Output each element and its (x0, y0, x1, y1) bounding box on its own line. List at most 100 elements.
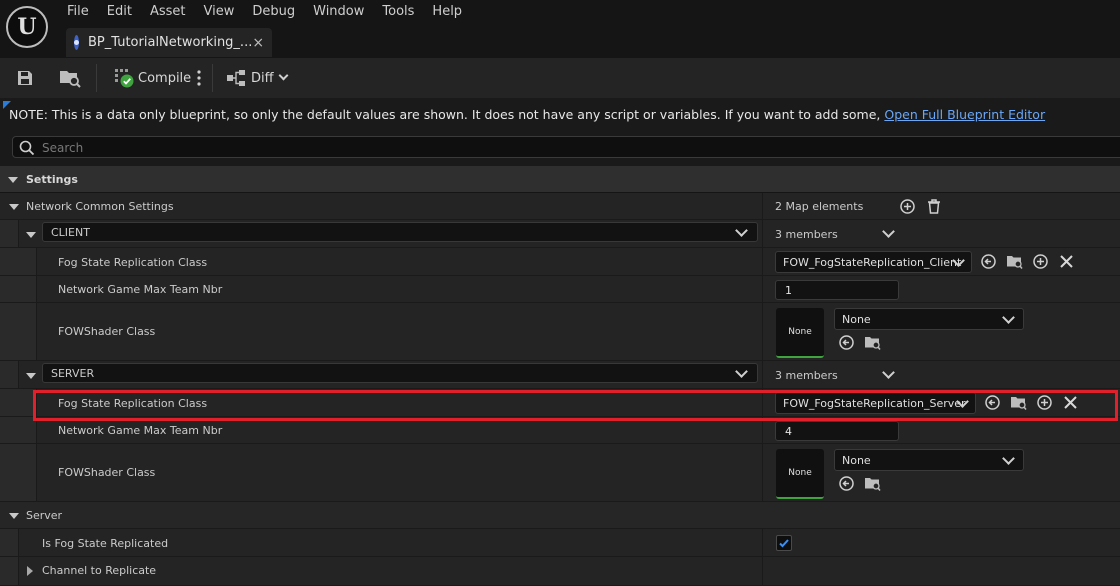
map-key-dropdown[interactable]: SERVER (42, 363, 758, 383)
browse-folder-icon[interactable] (864, 334, 881, 351)
browse-folder-icon[interactable] (1010, 394, 1027, 411)
blueprint-icon (74, 35, 79, 50)
chevron-down-icon (1002, 452, 1015, 465)
expand-arrow-icon[interactable] (9, 204, 19, 210)
document-tab[interactable]: BP_TutorialNetworking_... × (66, 28, 272, 57)
property-row-network-game-max-team-nbr: Network Game Max Team Nbr 1 (0, 276, 1120, 303)
expand-arrow-icon[interactable] (27, 566, 33, 576)
asset-thumbnail[interactable]: None (776, 449, 824, 499)
property-label: FOWShader Class (58, 325, 156, 338)
number-input[interactable]: 1 (775, 280, 899, 300)
checkmark-icon (779, 539, 789, 548)
compile-button[interactable]: Compile (113, 66, 191, 90)
category-label: Settings (26, 173, 78, 186)
expand-arrow-icon[interactable] (8, 177, 18, 183)
close-tab-icon[interactable]: × (252, 35, 264, 51)
chevron-down-icon (735, 224, 748, 237)
browse-folder-icon[interactable] (1006, 253, 1023, 270)
clear-icon[interactable] (1059, 254, 1074, 269)
diff-label: Diff (251, 70, 274, 86)
category-server[interactable]: Server (0, 502, 1120, 529)
property-label: Channel to Replicate (42, 564, 157, 577)
data-only-notice: NOTE: This is a data only blueprint, so … (0, 98, 1120, 130)
class-picker-value: FOW_FogStateReplication_Client (783, 256, 962, 269)
use-selected-icon[interactable] (984, 394, 1001, 411)
asset-picker-value: None (842, 313, 871, 326)
property-row-fog-state-replication-class: Fog State Replication Class FOW_FogState… (0, 248, 1120, 276)
insert-icon[interactable] (1032, 253, 1049, 270)
asset-picker-dropdown[interactable]: None (834, 308, 1024, 330)
menu-help[interactable]: Help (423, 0, 471, 24)
toolbar: Compile Diff (0, 58, 1120, 98)
property-label: Network Game Max Team Nbr (58, 424, 223, 437)
map-entry-server: SERVER 3 members (0, 361, 1120, 389)
property-row-fowshader-class: FOWShader Class None None (0, 303, 1120, 361)
menu-asset[interactable]: Asset (141, 0, 195, 24)
browse-button[interactable] (58, 66, 82, 90)
expand-arrow-icon[interactable] (9, 513, 19, 519)
add-element-icon[interactable] (899, 198, 916, 215)
asset-thumbnail[interactable]: None (776, 308, 824, 358)
search-box[interactable] (12, 136, 1120, 158)
menu-bar: File Edit Asset View Debug Window Tools … (58, 0, 471, 24)
toolbar-divider (212, 64, 213, 92)
diff-button[interactable]: Diff (226, 66, 290, 90)
search-input[interactable] (40, 138, 644, 158)
chevron-down-icon[interactable] (882, 366, 895, 379)
browse-folder-icon[interactable] (864, 475, 881, 492)
menu-window[interactable]: Window (304, 0, 373, 24)
property-row-fowshader-class: FOWShader Class None None (0, 444, 1120, 502)
chevron-down-icon (1002, 311, 1015, 324)
compile-options-button[interactable] (195, 66, 203, 90)
toolbar-divider (96, 64, 97, 92)
map-elements-count: 2 Map elements (775, 200, 864, 213)
chevron-down-icon (278, 70, 290, 84)
menu-view[interactable]: View (195, 0, 244, 24)
asset-picker-dropdown[interactable]: None (834, 449, 1024, 471)
open-full-blueprint-editor-link[interactable]: Open Full Blueprint Editor (884, 107, 1045, 122)
expand-arrow-icon[interactable] (26, 232, 36, 238)
map-key-dropdown[interactable]: CLIENT (42, 222, 758, 242)
category-settings[interactable]: Settings (0, 166, 1120, 193)
class-picker-dropdown[interactable]: FOW_FogStateReplication_Client (775, 251, 972, 273)
category-label: Server (26, 509, 63, 522)
tab-title: BP_TutorialNetworking_... (88, 35, 253, 50)
more-options-icon (197, 70, 201, 86)
property-label: Fog State Replication Class (58, 397, 208, 410)
notice-message: NOTE: This is a data only blueprint, so … (9, 107, 885, 122)
unreal-logo-icon[interactable]: U (6, 6, 48, 48)
menu-debug[interactable]: Debug (243, 0, 304, 24)
clear-icon[interactable] (1063, 395, 1078, 410)
class-picker-value: FOW_FogStateReplication_Server (783, 397, 966, 410)
use-selected-icon[interactable] (838, 475, 855, 492)
title-bar: U File Edit Asset View Debug Window Tool… (0, 0, 1120, 58)
menu-file[interactable]: File (58, 0, 98, 24)
is-fog-state-replicated-checkbox[interactable] (776, 535, 792, 551)
use-selected-icon[interactable] (980, 253, 997, 270)
compile-status-icon (115, 69, 134, 88)
property-row-network-common-settings: Network Common Settings 2 Map elements (0, 193, 1120, 220)
use-selected-icon[interactable] (838, 334, 855, 351)
save-icon (18, 71, 32, 85)
diff-icon (227, 70, 245, 86)
property-row-network-game-max-team-nbr: Network Game Max Team Nbr 4 (0, 417, 1120, 444)
chevron-down-icon[interactable] (882, 225, 895, 238)
search-icon (19, 140, 35, 156)
map-entry-client: CLIENT 3 members (0, 220, 1120, 248)
property-label: Network Common Settings (26, 200, 174, 213)
class-picker-dropdown[interactable]: FOW_FogStateReplication_Server (775, 392, 976, 414)
insert-icon[interactable] (1036, 394, 1053, 411)
property-label: Network Game Max Team Nbr (58, 283, 223, 296)
expand-arrow-icon[interactable] (26, 373, 36, 379)
trash-icon[interactable] (926, 198, 942, 215)
notice-text: NOTE: This is a data only blueprint, so … (9, 107, 1045, 122)
menu-tools[interactable]: Tools (373, 0, 423, 24)
property-row-fog-state-replication-class: Fog State Replication Class FOW_FogState… (0, 389, 1120, 417)
folder-search-icon (60, 71, 81, 88)
save-button[interactable] (15, 66, 35, 90)
members-count: 3 members (775, 369, 838, 382)
compile-label: Compile (138, 70, 192, 86)
chevron-down-icon (735, 365, 748, 378)
number-input[interactable]: 4 (775, 421, 899, 441)
menu-edit[interactable]: Edit (98, 0, 141, 24)
